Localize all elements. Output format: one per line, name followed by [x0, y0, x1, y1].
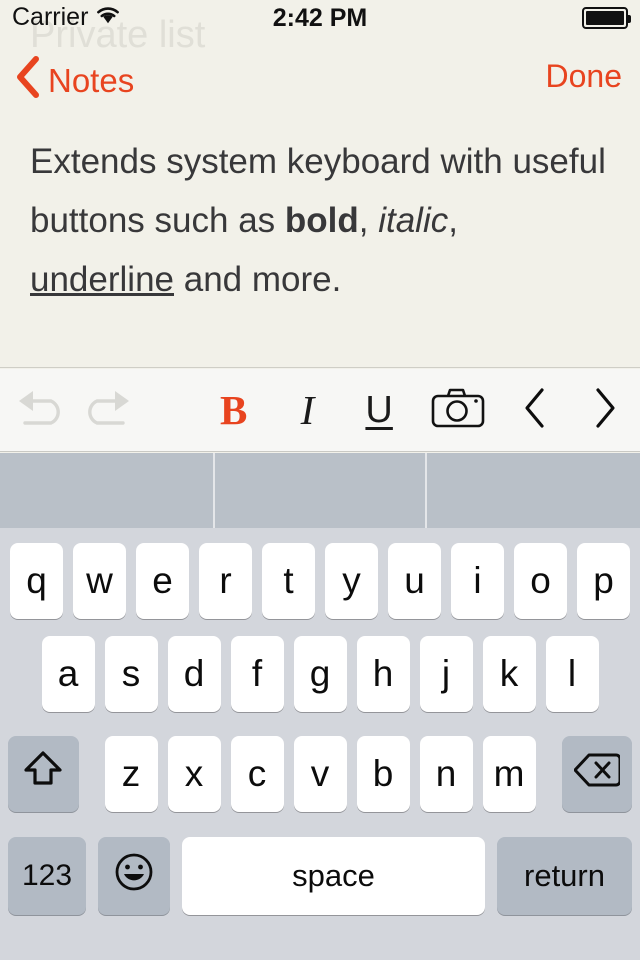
key-b[interactable]: b [356, 736, 410, 812]
note-tail-text: and [174, 260, 243, 299]
battery-indicator [582, 7, 631, 29]
backspace-delete-icon [573, 752, 622, 797]
predictive-suggestion-bar [0, 453, 640, 528]
redo-arrow-icon [85, 387, 137, 434]
key-r[interactable]: r [199, 543, 252, 619]
underline-button[interactable]: U [343, 369, 415, 452]
key-e[interactable]: e [136, 543, 189, 619]
italic-label: I [300, 387, 315, 433]
key-x[interactable]: x [167, 736, 221, 812]
undo-button[interactable] [0, 369, 74, 452]
note-line-1: Extends system keyboard [30, 142, 431, 181]
suggestion-slot-2[interactable] [213, 453, 427, 528]
key-h[interactable]: h [356, 636, 410, 712]
formatting-toolbar: B I U [0, 369, 640, 452]
return-key[interactable]: return [497, 837, 632, 915]
key-k[interactable]: k [482, 636, 536, 712]
key-i[interactable]: i [451, 543, 504, 619]
key-f[interactable]: f [230, 636, 284, 712]
chevron-left-icon [16, 56, 40, 106]
key-g[interactable]: g [293, 636, 347, 712]
space-key[interactable]: space [182, 837, 485, 915]
shift-key[interactable] [8, 736, 79, 812]
key-v[interactable]: v [293, 736, 347, 812]
key-o[interactable]: o [514, 543, 567, 619]
key-j[interactable]: j [419, 636, 473, 712]
note-line-4: more. [251, 260, 342, 299]
software-keyboard: q w e r t y u i o p a s d f g h j k l z … [0, 528, 640, 960]
status-time: 2:42 PM [272, 4, 368, 32]
key-t[interactable]: t [262, 543, 315, 619]
previous-field-button[interactable] [500, 369, 570, 452]
key-d[interactable]: d [167, 636, 221, 712]
key-u[interactable]: u [388, 543, 441, 619]
underline-label: U [365, 388, 393, 431]
note-comma-1: , [358, 201, 379, 240]
note-editor-screen: Private list Carrier 2:42 PM Notes Done … [0, 0, 640, 960]
smiley-face-icon [113, 851, 155, 902]
key-n[interactable]: n [419, 736, 473, 812]
camera-icon [431, 387, 485, 434]
suggestion-slot-3[interactable] [427, 453, 638, 528]
navigation-bar: Notes Done [0, 56, 640, 114]
note-paper-area[interactable]: Private list Carrier 2:42 PM Notes Done … [0, 0, 640, 368]
keyboard-row-3: z x c v b n m [0, 724, 640, 824]
note-comma-2: , [448, 201, 458, 240]
note-text-content[interactable]: Extends system keyboard with useful butt… [30, 132, 610, 309]
suggestion-slot-1[interactable] [0, 453, 213, 528]
back-button-label: Notes [48, 62, 135, 99]
key-l[interactable]: l [545, 636, 599, 712]
note-underline-word: underline [30, 260, 174, 299]
key-y[interactable]: y [325, 543, 378, 619]
done-button[interactable]: Done [546, 58, 623, 95]
status-bar: Carrier 2:42 PM [0, 0, 640, 36]
key-q[interactable]: q [10, 543, 63, 619]
keyboard-row-4: 123 space return [0, 824, 640, 928]
emoji-key[interactable] [98, 837, 170, 915]
keyboard-row-1: q w e r t y u i o p [0, 528, 640, 624]
note-bold-word: bold [284, 201, 359, 240]
next-field-button[interactable] [570, 369, 640, 452]
key-a[interactable]: a [41, 636, 95, 712]
key-m[interactable]: m [482, 736, 536, 812]
note-italic-word: italic [378, 201, 449, 240]
undo-arrow-icon [11, 387, 63, 434]
battery-full-icon [582, 7, 631, 29]
key-p[interactable]: p [577, 543, 630, 619]
shift-arrow-icon [23, 749, 63, 800]
back-to-notes-button[interactable]: Notes [16, 56, 134, 106]
key-z[interactable]: z [104, 736, 158, 812]
key-c[interactable]: c [230, 736, 284, 812]
redo-button[interactable] [74, 369, 148, 452]
chevron-left-icon [521, 386, 549, 435]
key-w[interactable]: w [73, 543, 126, 619]
bold-label: B [220, 387, 248, 433]
camera-button[interactable] [415, 369, 500, 452]
chevron-right-icon [591, 386, 619, 435]
italic-button[interactable]: I [272, 369, 344, 452]
bold-button[interactable]: B [196, 369, 272, 452]
key-s[interactable]: s [104, 636, 158, 712]
numeric-mode-key[interactable]: 123 [8, 837, 86, 915]
backspace-key[interactable] [561, 736, 632, 812]
keyboard-row-2: a s d f g h j k l [0, 624, 640, 724]
